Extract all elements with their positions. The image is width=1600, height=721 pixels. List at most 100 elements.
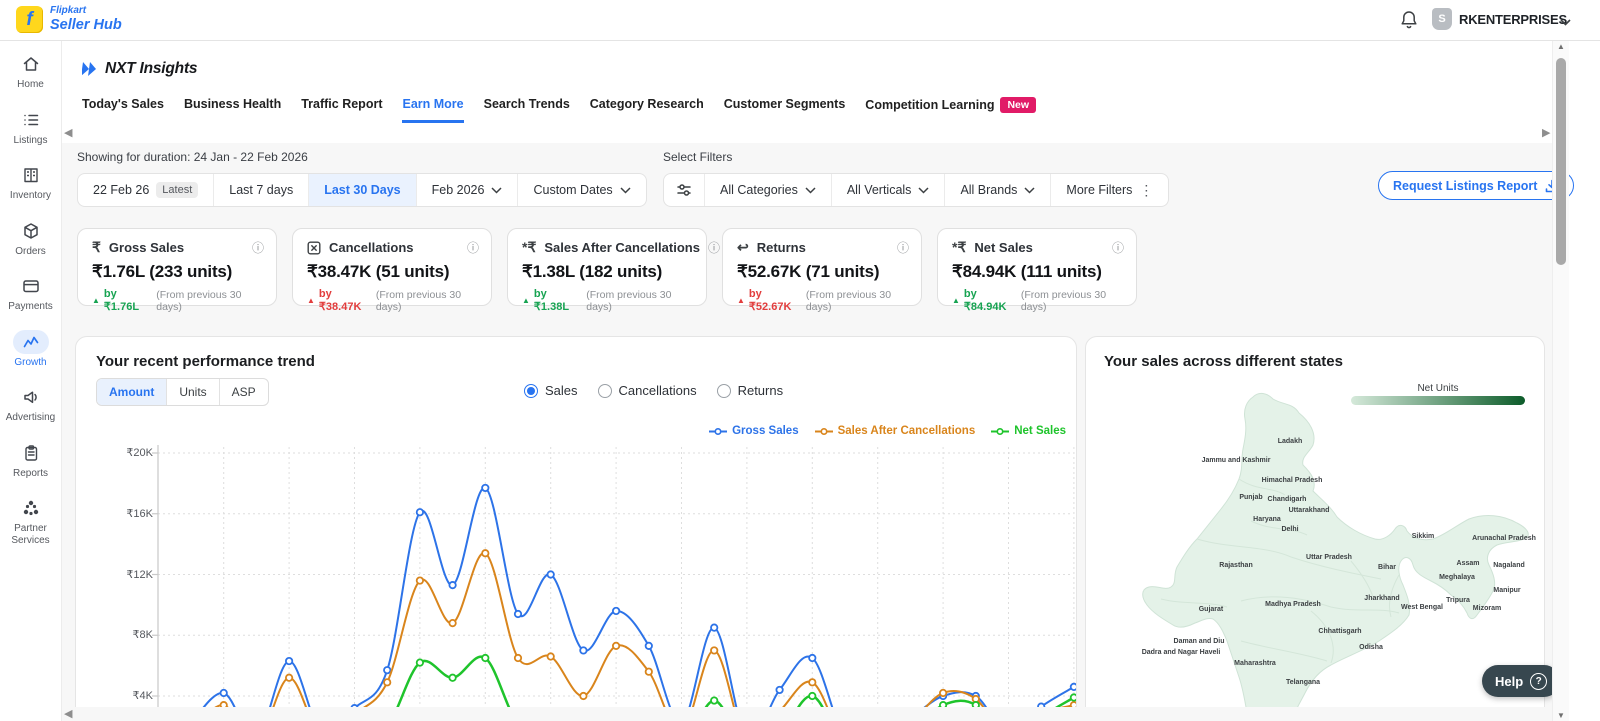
help-button[interactable]: Help ? <box>1482 665 1561 697</box>
kebab-menu-icon[interactable]: ⋮ <box>1139 182 1153 199</box>
state-label-bihar[interactable]: Bihar <box>1378 564 1396 571</box>
kpi-card-gross-sales: ₹ Gross Sales ⓘ ₹1.76L (233 units) ▲ by ₹1.76… <box>77 228 277 313</box>
legend-item-gross-sales[interactable]: Gross Sales <box>709 425 799 437</box>
tab-earn-more[interactable]: Earn More <box>402 97 464 123</box>
state-label-ladakh[interactable]: Ladakh <box>1278 438 1303 445</box>
filter-option-all-verticals[interactable]: All Verticals <box>832 174 946 206</box>
series-line-gross-sales <box>191 486 1075 721</box>
state-label-chandigarh[interactable]: Chandigarh <box>1268 496 1307 503</box>
state-label-punjab[interactable]: Punjab <box>1239 494 1262 501</box>
state-label-assam[interactable]: Assam <box>1457 560 1480 567</box>
filter-option-22-feb-26[interactable]: 22 Feb 26 Latest <box>78 174 215 206</box>
radio-cancellations[interactable]: Cancellations <box>597 383 697 398</box>
state-label-dadra-and-nagar-haveli[interactable]: Dadra and Nagar Haveli <box>1142 649 1221 656</box>
filter-option-custom-dates[interactable]: Custom Dates <box>518 174 645 206</box>
india-map[interactable] <box>1086 337 1544 721</box>
tab-label: Today's Sales <box>82 97 164 111</box>
state-label-uttar-pradesh[interactable]: Uttar Pradesh <box>1306 554 1352 561</box>
vertical-scrollbar[interactable]: ▲ ▼ <box>1552 40 1569 721</box>
state-label-maharashtra[interactable]: Maharashtra <box>1234 660 1276 667</box>
legend-item-sales-after-cancellations[interactable]: Sales After Cancellations <box>814 425 975 437</box>
sidebar-item-listings[interactable]: Listings <box>1 108 61 147</box>
state-label-madhya-pradesh[interactable]: Madhya Pradesh <box>1265 601 1321 608</box>
state-label-jammu-and-kashmir[interactable]: Jammu and Kashmir <box>1202 457 1271 464</box>
radio-sales[interactable]: Sales <box>524 383 578 398</box>
tabs-scroll-left-icon[interactable]: ◀ <box>64 126 72 139</box>
state-label-meghalaya[interactable]: Meghalaya <box>1439 574 1475 581</box>
state-label-haryana[interactable]: Haryana <box>1253 516 1281 523</box>
tabs-scroll-right-icon[interactable]: ▶ <box>1542 126 1550 139</box>
tab-traffic-report[interactable]: Traffic Report <box>301 97 382 120</box>
y-tick-label: ₹12K <box>126 568 153 581</box>
sidebar-item-payments[interactable]: Payments <box>1 274 61 313</box>
sidebar-item-growth[interactable]: Growth <box>1 329 61 369</box>
scroll-up-icon[interactable]: ▲ <box>1557 42 1565 51</box>
kpi-title: Returns <box>756 240 806 255</box>
notifications-bell-icon[interactable] <box>1400 10 1418 35</box>
state-label-west-bengal[interactable]: West Bengal <box>1401 604 1443 611</box>
unit-tab-asp[interactable]: ASP <box>220 379 268 405</box>
unit-tab-units[interactable]: Units <box>167 379 220 405</box>
state-label-manipur[interactable]: Manipur <box>1493 587 1520 594</box>
filter-option-more-filters[interactable]: More Filters ⋮ <box>1051 174 1168 206</box>
sidebar-item-partner-services[interactable]: Partner Services <box>1 496 61 546</box>
tab-customer-segments[interactable]: Customer Segments <box>724 97 846 120</box>
y-tick-label: ₹8K <box>132 629 153 642</box>
trend-line-chart[interactable] <box>76 437 1076 721</box>
tab-competition-learning[interactable]: Competition Learning New <box>865 97 1037 122</box>
unit-tab-amount[interactable]: Amount <box>97 379 168 405</box>
state-label-chhattisgarh[interactable]: Chhattisgarh <box>1318 628 1361 635</box>
info-icon[interactable]: ⓘ <box>467 239 479 256</box>
filter-option-last-30-days[interactable]: Last 30 Days <box>309 174 417 206</box>
filter-option-last-7-days[interactable]: Last 7 days <box>214 174 310 206</box>
sidebar-item-reports[interactable]: Reports <box>1 441 61 480</box>
delta-arrow-up-icon: ▲ <box>307 296 315 305</box>
flipkart-seller-hub-logo[interactable]: f Flipkart Seller Hub <box>16 6 122 33</box>
state-label-himachal-pradesh[interactable]: Himachal Pradesh <box>1262 477 1323 484</box>
filter-option-all-brands[interactable]: All Brands <box>945 174 1052 206</box>
nxt-chevrons-icon <box>82 62 97 76</box>
state-label-sikkim[interactable]: Sikkim <box>1412 533 1435 540</box>
filter-sliders-icon[interactable] <box>664 174 705 206</box>
filter-option-all-categories[interactable]: All Categories <box>705 174 832 206</box>
state-label-gujarat[interactable]: Gujarat <box>1199 606 1224 613</box>
legend-item-net-sales[interactable]: Net Sales <box>991 425 1066 437</box>
info-icon[interactable]: ⓘ <box>897 239 909 256</box>
state-label-rajasthan[interactable]: Rajasthan <box>1219 562 1252 569</box>
sidebar-item-inventory[interactable]: Inventory <box>1 163 61 202</box>
filter-option-feb-2026[interactable]: Feb 2026 <box>417 174 519 206</box>
payments-icon <box>21 276 41 296</box>
tab-today-s-sales[interactable]: Today's Sales <box>82 97 164 120</box>
delta-arrow-up-icon: ▲ <box>522 296 530 305</box>
state-label-nagaland[interactable]: Nagaland <box>1493 562 1525 569</box>
info-icon[interactable]: ⓘ <box>708 239 720 256</box>
performance-trend-card: Your recent performance trend Amount Unit… <box>75 336 1077 721</box>
state-label-jharkhand[interactable]: Jharkhand <box>1364 595 1399 602</box>
state-label-delhi[interactable]: Delhi <box>1281 526 1298 533</box>
state-label-daman-and-diu[interactable]: Daman and Diu <box>1174 638 1225 645</box>
state-label-odisha[interactable]: Odisha <box>1359 644 1383 651</box>
info-icon[interactable]: ⓘ <box>252 239 264 256</box>
kpi-card-sales-after-cancellations: *₹ Sales After Cancellations ⓘ ₹1.38L (182 … <box>507 228 720 313</box>
radio-returns[interactable]: Returns <box>716 383 783 398</box>
request-listings-report-button[interactable]: Request Listings Report <box>1378 171 1575 200</box>
content-scroll-left-icon[interactable]: ◀ <box>64 707 72 720</box>
state-label-arunachal-pradesh[interactable]: Arunachal Pradesh <box>1472 535 1536 542</box>
tab-business-health[interactable]: Business Health <box>184 97 281 120</box>
kpi-card-cancellations: Cancellations ⓘ ₹38.47K (51 units) ▲ by ₹38.… <box>292 228 492 313</box>
state-label-tripura[interactable]: Tripura <box>1446 597 1470 604</box>
state-label-telangana[interactable]: Telangana <box>1286 679 1320 686</box>
legend-marker-icon <box>814 427 833 435</box>
tab-search-trends[interactable]: Search Trends <box>484 97 570 120</box>
scrollbar-thumb[interactable] <box>1556 58 1566 265</box>
sidebar-item-advertising[interactable]: Advertising <box>1 385 61 424</box>
state-label-uttarakhand[interactable]: Uttarakhand <box>1289 507 1330 514</box>
tab-category-research[interactable]: Category Research <box>590 97 704 120</box>
scroll-down-icon[interactable]: ▼ <box>1557 711 1565 720</box>
kpi-value: ₹1.76L (233 units) <box>92 262 233 281</box>
state-label-mizoram[interactable]: Mizoram <box>1473 605 1501 612</box>
sidebar-item-orders[interactable]: Orders <box>1 219 61 258</box>
sidebar-item-home[interactable]: Home <box>1 52 61 91</box>
account-menu[interactable]: S RKENTERPRISES <box>1432 8 1571 30</box>
info-icon[interactable]: ⓘ <box>1112 239 1124 256</box>
